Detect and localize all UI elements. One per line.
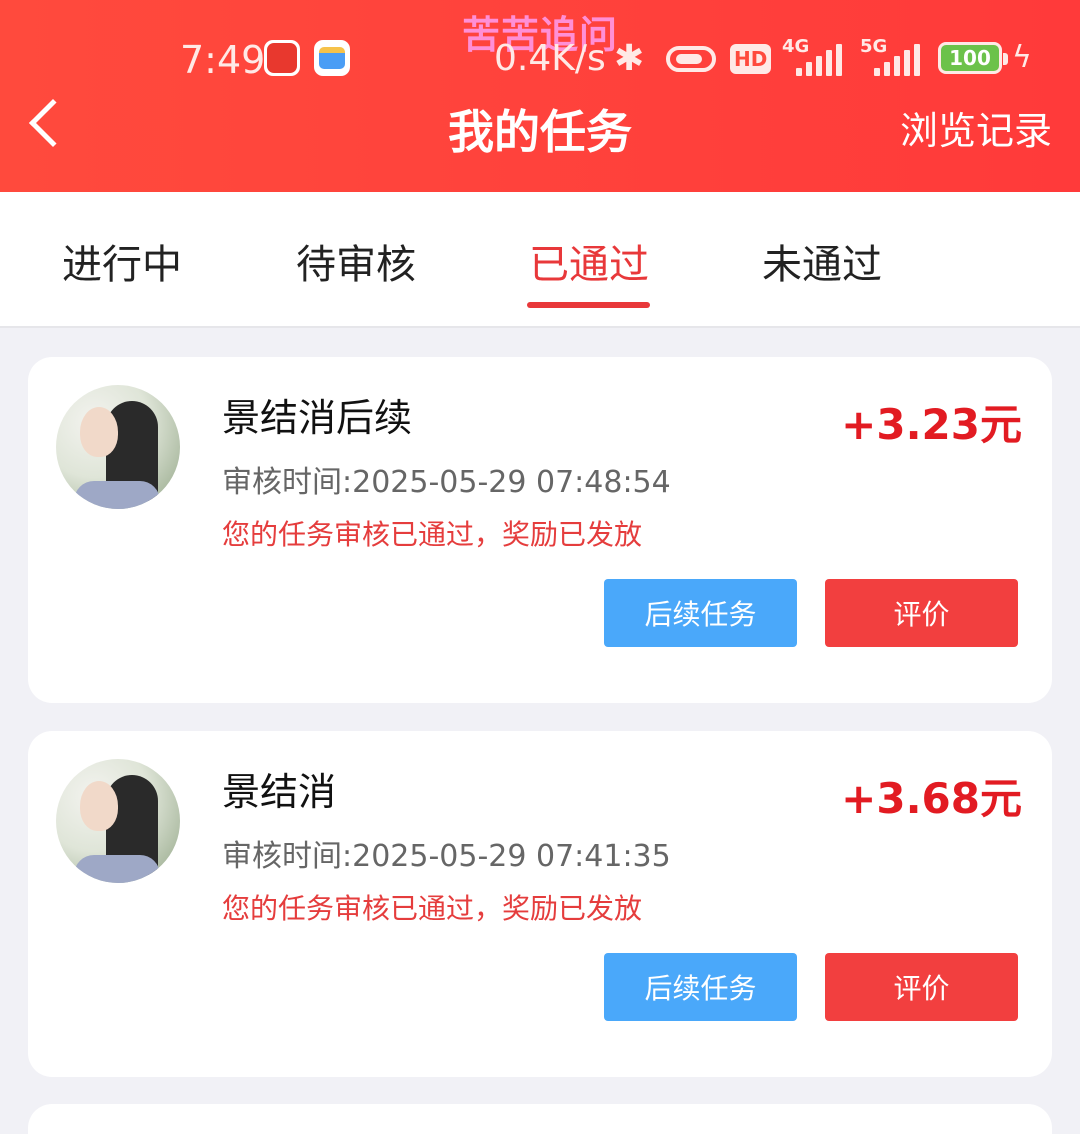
signal-5g-icon <box>874 42 920 76</box>
task-title: 景结消 <box>222 770 337 814</box>
signal-4g-icon <box>796 42 842 76</box>
tab-approved[interactable]: 已通过 <box>529 232 649 290</box>
charging-icon: ϟ <box>1012 40 1032 75</box>
hd-voice-icon: HD <box>730 44 772 74</box>
task-title: 景结消后续 <box>222 396 413 440</box>
approval-message: 您的任务审核已通过，奖励已发放 <box>222 892 643 925</box>
review-time: 审核时间:2025-05-29 07:48:54 <box>222 465 671 500</box>
app-header: 苦苦追问 7:49 0.4K/s ✱ HD 4G 5G 100 ϟ 我的任务 浏… <box>0 0 1080 192</box>
task-card-partial[interactable] <box>28 1104 1052 1134</box>
browse-history-link[interactable]: 浏览记录 <box>900 100 1052 155</box>
tab-pending-review[interactable]: 待审核 <box>296 232 416 290</box>
follow-up-task-button[interactable]: 后续任务 <box>604 953 797 1021</box>
task-card[interactable]: 景结消 +3.68元 审核时间:2025-05-29 07:41:35 您的任务… <box>28 731 1052 1077</box>
network-speed: 0.4K/s <box>494 38 606 79</box>
avatar <box>56 385 180 509</box>
approval-message: 您的任务审核已通过，奖励已发放 <box>222 518 643 551</box>
review-button[interactable]: 评价 <box>825 579 1018 647</box>
battery-icon: 100 <box>938 42 1008 74</box>
bluetooth-icon: ✱ <box>614 38 645 79</box>
task-card[interactable]: 景结消后续 +3.23元 审核时间:2025-05-29 07:48:54 您的… <box>28 357 1052 703</box>
wallet-app-icon <box>314 40 350 76</box>
review-time: 审核时间:2025-05-29 07:41:35 <box>222 839 671 874</box>
avatar <box>56 759 180 883</box>
follow-up-task-button[interactable]: 后续任务 <box>604 579 797 647</box>
status-time: 7:49 <box>180 38 266 82</box>
food-delivery-app-icon <box>264 40 300 76</box>
reward-amount: +3.23元 <box>841 400 1022 449</box>
tab-in-progress[interactable]: 进行中 <box>62 232 182 290</box>
review-button[interactable]: 评价 <box>825 953 1018 1021</box>
status-bar: 7:49 0.4K/s ✱ HD 4G 5G 100 ϟ <box>0 36 1080 86</box>
tab-rejected[interactable]: 未通过 <box>762 232 882 290</box>
active-tab-indicator <box>527 302 650 308</box>
toggle-status-icon <box>666 46 716 72</box>
reward-amount: +3.68元 <box>841 774 1022 823</box>
